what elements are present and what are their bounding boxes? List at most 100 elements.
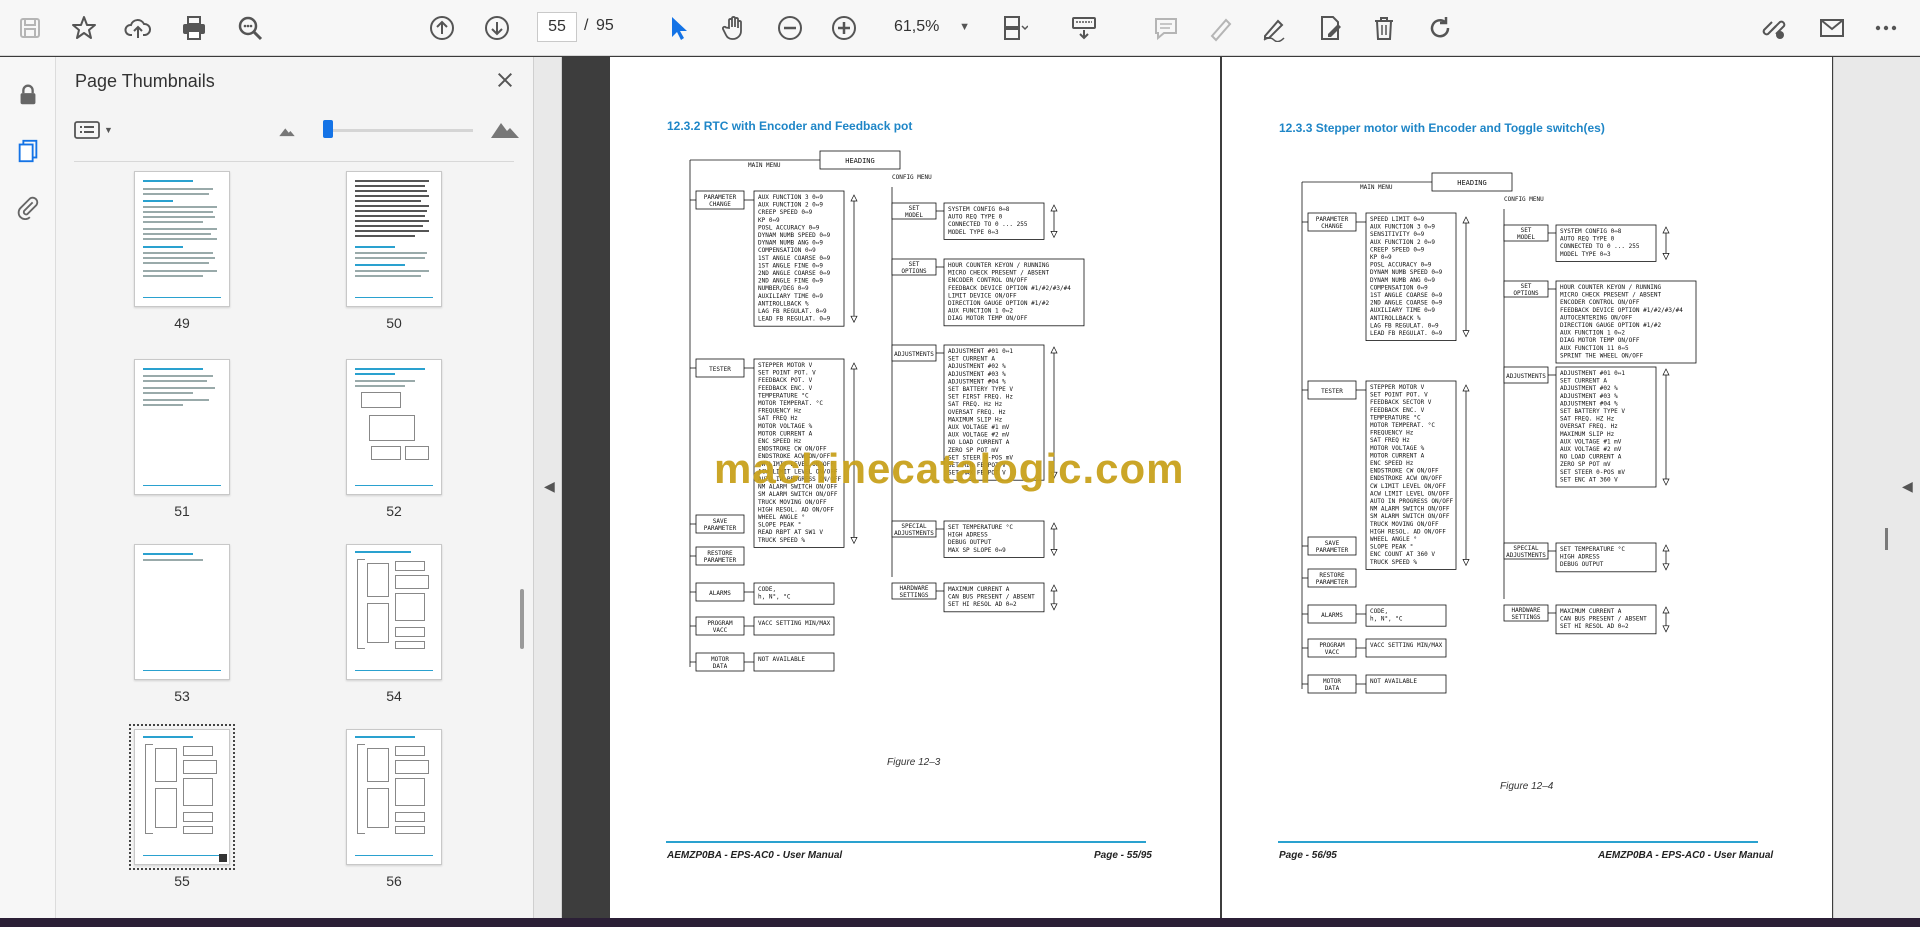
block-label: PROGRAM bbox=[1319, 642, 1345, 649]
next-page-icon[interactable] bbox=[479, 10, 515, 46]
thumbnail-image bbox=[346, 171, 442, 307]
arrow-up-icon bbox=[1662, 368, 1670, 376]
submenu-item: TEMPERATURE °C bbox=[758, 392, 809, 399]
block-label: RESTORE bbox=[707, 550, 733, 557]
zoom-in-icon[interactable] bbox=[826, 10, 862, 46]
submenu-item: FREQUENCY Hz bbox=[1370, 430, 1414, 437]
slider-handle[interactable] bbox=[323, 120, 333, 138]
draw-sign-icon[interactable] bbox=[1256, 10, 1292, 46]
scrollbar-thumb[interactable] bbox=[520, 589, 524, 649]
collapse-left-panel-icon[interactable]: ◀ bbox=[544, 478, 558, 498]
attachment-icon[interactable] bbox=[10, 189, 46, 225]
config-submenu-item: CAN BUS PRESENT / ABSENT bbox=[948, 594, 1035, 601]
close-icon[interactable] bbox=[490, 65, 520, 95]
delete-trash-icon[interactable] bbox=[1366, 10, 1402, 46]
menu-structure-diagram: HEADINGMAIN MENUCONFIG MENUPARAMETERCHAN… bbox=[1301, 172, 1697, 694]
submenu-item: VACC SETTING MIN/MAX bbox=[1370, 642, 1443, 649]
save-icon[interactable] bbox=[12, 10, 48, 46]
rotate-clockwise-icon[interactable] bbox=[1422, 10, 1458, 46]
select-cursor-icon[interactable] bbox=[660, 10, 696, 46]
find-zoom-icon[interactable] bbox=[232, 10, 268, 46]
submenu-item: MOTOR CURRENT A bbox=[758, 430, 813, 437]
thumbnail-page-50[interactable]: 50 bbox=[346, 171, 442, 331]
hand-tool-icon[interactable] bbox=[716, 10, 752, 46]
arrow-down-icon bbox=[1050, 231, 1058, 239]
small-mountain-icon bbox=[279, 128, 295, 137]
thumbnail-page-49[interactable]: 49 bbox=[134, 171, 230, 331]
page-number-input[interactable]: 55 bbox=[537, 12, 577, 42]
figure-caption: Figure 12–4 bbox=[1500, 781, 1554, 792]
highlight-pen-icon[interactable] bbox=[1202, 10, 1238, 46]
share-link-icon[interactable] bbox=[1756, 10, 1792, 46]
watermark-text: machinecatalogic.com bbox=[714, 445, 1185, 492]
config-label: SET bbox=[909, 205, 920, 212]
submenu-item: NUMBER/DEG 0⇔9 bbox=[758, 285, 809, 292]
submenu-item: ENC COUNT AT 360 V bbox=[1370, 551, 1435, 558]
config-submenu-item: ENCODER CONTROL ON/OFF bbox=[1560, 299, 1640, 306]
keyboard-read-mode-icon[interactable] bbox=[1066, 10, 1102, 46]
thumbnail-page-55[interactable]: 55 bbox=[129, 724, 235, 889]
thumbnail-options-menu[interactable]: ▼ bbox=[74, 117, 124, 143]
submenu-item: TRUCK SPEED % bbox=[758, 537, 805, 544]
block-label: VACC bbox=[713, 627, 728, 634]
submenu-item: LAG FB REGULAT. 0⇔9 bbox=[1370, 322, 1439, 329]
more-options-icon[interactable] bbox=[1868, 10, 1904, 46]
thumbnail-label: 50 bbox=[386, 315, 402, 331]
page-thumbnails-panel: Page Thumbnails ▼ 49 50 51 52 53 54 55 5… bbox=[56, 57, 534, 927]
thumbnail-page-54[interactable]: 54 bbox=[346, 544, 442, 704]
config-submenu-item: MAXIMUM SLIP Hz bbox=[948, 416, 1003, 423]
submenu-item: SAT FREQ Hz bbox=[1370, 437, 1410, 444]
submenu-item: h, N°, °C bbox=[758, 594, 791, 601]
config-submenu-item: MAX SP SLOPE 0⇔9 bbox=[948, 547, 1006, 554]
email-icon[interactable] bbox=[1814, 10, 1850, 46]
submenu-item: LEAD FB REGULAT. 0⇔9 bbox=[1370, 330, 1443, 337]
document-scrollbar-thumb[interactable] bbox=[1885, 528, 1888, 550]
config-label: HARDWARE bbox=[1512, 607, 1541, 614]
taskbar-strip bbox=[0, 918, 1920, 927]
thumbnail-scrollbar[interactable] bbox=[518, 169, 526, 909]
config-submenu-item: MAXIMUM CURRENT A bbox=[948, 586, 1010, 593]
arrow-up-icon bbox=[1662, 606, 1670, 614]
config-submenu-item: ADJUSTMENT #02 % bbox=[1560, 385, 1618, 392]
print-icon[interactable] bbox=[176, 10, 212, 46]
block-label: DATA bbox=[713, 663, 728, 670]
config-label: SET bbox=[909, 261, 920, 268]
thumbnail-page-56[interactable]: 56 bbox=[346, 729, 442, 889]
arrow-down-icon bbox=[1662, 478, 1670, 486]
page-thumbnails-icon[interactable] bbox=[10, 133, 46, 169]
edit-document-icon[interactable] bbox=[1312, 10, 1348, 46]
bookmark-star-icon[interactable] bbox=[66, 10, 102, 46]
main-menu-label: MAIN MENU bbox=[748, 162, 781, 169]
submenu-item: WHEEL ANGLE ° bbox=[1370, 536, 1417, 543]
lock-icon[interactable] bbox=[10, 77, 46, 113]
submenu-item: ENDSTROKE CW ON/OFF bbox=[1370, 468, 1439, 475]
submenu-item: DYNAM NUMB SPEED 0⇔9 bbox=[758, 232, 831, 239]
upload-cloud-icon[interactable] bbox=[120, 10, 156, 46]
footer-left: AEMZP0BA - EPS-AC0 - User Manual bbox=[667, 850, 843, 861]
config-submenu-item: SET HI RESOL AD 0⇔2 bbox=[1560, 623, 1629, 630]
config-label: SET bbox=[1521, 283, 1532, 290]
fit-page-icon[interactable] bbox=[996, 10, 1032, 46]
block-label: PARAMETER bbox=[1316, 216, 1349, 223]
submenu-item: SLOPE PEAK ° bbox=[758, 522, 801, 529]
chevron-down-icon: ▼ bbox=[104, 125, 113, 135]
thumbnail-size-slider[interactable] bbox=[278, 115, 528, 145]
previous-page-icon[interactable] bbox=[424, 10, 460, 46]
submenu-item: FREQUENCY Hz bbox=[758, 408, 802, 415]
footer-left: Page - 56/95 bbox=[1279, 850, 1337, 861]
comment-icon[interactable] bbox=[1148, 10, 1184, 46]
submenu-item: AUXILIARY TIME 0⇔9 bbox=[1370, 307, 1435, 314]
thumbnail-page-51[interactable]: 51 bbox=[134, 359, 230, 519]
thumbnail-page-52[interactable]: 52 bbox=[346, 359, 442, 519]
zoom-level-select[interactable]: 61,5% ▼ bbox=[880, 12, 976, 42]
thumbnail-image bbox=[346, 729, 442, 865]
config-submenu-item: AUX FUNCTION 1 0⇔2 bbox=[1560, 330, 1625, 337]
zoom-out-icon[interactable] bbox=[772, 10, 808, 46]
thumbnail-page-53[interactable]: 53 bbox=[134, 544, 230, 704]
config-submenu-item: MICRO CHECK PRESENT / ABSENT bbox=[1560, 292, 1662, 299]
submenu-item: CREEP SPEED 0⇔9 bbox=[1370, 246, 1425, 253]
expand-right-panel-icon[interactable]: ◀ bbox=[1902, 478, 1916, 498]
arrow-up-icon bbox=[1050, 346, 1058, 354]
submenu-item: TRUCK MOVING ON/OFF bbox=[1370, 521, 1439, 528]
arrow-up-icon bbox=[850, 362, 858, 370]
